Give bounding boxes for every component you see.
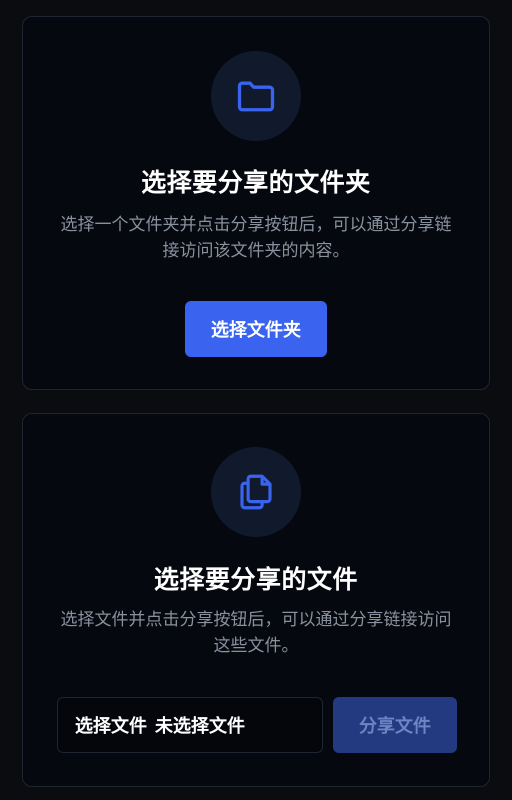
folder-icon [237,81,275,112]
folder-card-title: 选择要分享的文件夹 [141,168,371,197]
files-card-title: 选择要分享的文件 [153,565,358,594]
folder-card-description: 选择一个文件夹并点击分享按钮后，可以通过分享链接访问该文件夹的内容。 [60,215,452,261]
file-picker-input[interactable]: 选择文件 未选择文件 [57,697,323,753]
select-folder-button[interactable]: 选择文件夹 [185,301,327,357]
folder-icon-circle [211,51,301,141]
files-card-description: 选择文件并点击分享按钮后，可以通过分享链接访问这些文件。 [60,610,452,656]
choose-file-label[interactable]: 选择文件 [75,712,147,738]
file-share-card: 选择要分享的文件 选择文件并点击分享按钮后，可以通过分享链接访问这些文件。 选择… [22,413,490,787]
file-status-text: 未选择文件 [155,716,245,737]
files-icon-circle [211,447,301,537]
folder-share-card: 选择要分享的文件夹 选择一个文件夹并点击分享按钮后，可以通过分享链接访问该文件夹… [22,16,490,390]
files-copy-icon [240,474,272,510]
share-files-button[interactable]: 分享文件 [333,697,457,753]
